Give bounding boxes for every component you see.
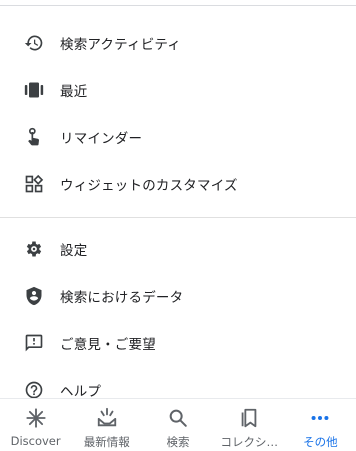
history-icon [24, 33, 44, 53]
nav-label: その他 [303, 435, 338, 449]
widgets-icon [24, 174, 44, 194]
menu-item-label: リマインダー [60, 131, 143, 147]
section-divider [0, 217, 356, 218]
feedback-icon [24, 333, 44, 353]
menu-item-label: ご意見・ご要望 [60, 337, 156, 353]
nav-label: コレクシ… [220, 435, 278, 449]
menu-item-label: 検索におけるデータ [60, 290, 184, 306]
menu-item-label: ウィジェットのカスタマイズ [60, 178, 238, 194]
more-icon [309, 407, 331, 429]
nav-more[interactable]: その他 [285, 399, 356, 451]
nav-label: 検索 [166, 435, 190, 449]
nav-collections[interactable]: コレクシ… [214, 399, 285, 451]
top-divider [0, 5, 356, 6]
updates-icon [96, 407, 118, 429]
recent-icon [24, 80, 44, 100]
menu-item-search-data[interactable]: 検索におけるデータ [0, 273, 356, 319]
nav-search[interactable]: 検索 [142, 399, 213, 451]
menu-item-settings[interactable]: 設定 [0, 226, 356, 272]
discover-icon [25, 407, 47, 429]
menu-item-search-activity[interactable]: 検索アクティビティ [0, 20, 356, 66]
nav-label: 最新情報 [83, 435, 130, 449]
menu-item-recent[interactable]: 最近 [0, 67, 356, 113]
help-icon [24, 380, 44, 400]
gear-icon [24, 239, 44, 259]
menu-item-reminders[interactable]: リマインダー [0, 114, 356, 160]
bottom-navigation: Discover 最新情報 検索 コレクシ… その他 [0, 398, 356, 451]
nav-label: Discover [10, 434, 61, 448]
menu-item-label: 設定 [60, 243, 88, 259]
collections-icon [238, 407, 260, 429]
search-icon [167, 407, 189, 429]
menu-item-label: 検索アクティビティ [60, 37, 182, 53]
nav-discover[interactable]: Discover [0, 399, 71, 451]
menu-item-feedback[interactable]: ご意見・ご要望 [0, 320, 356, 366]
menu-item-customize-widgets[interactable]: ウィジェットのカスタマイズ [0, 161, 356, 207]
menu-item-label: ヘルプ [60, 384, 102, 400]
shield-icon [24, 286, 44, 306]
menu-item-label: 最近 [60, 84, 88, 100]
reminder-icon [24, 127, 44, 147]
nav-updates[interactable]: 最新情報 [71, 399, 142, 451]
